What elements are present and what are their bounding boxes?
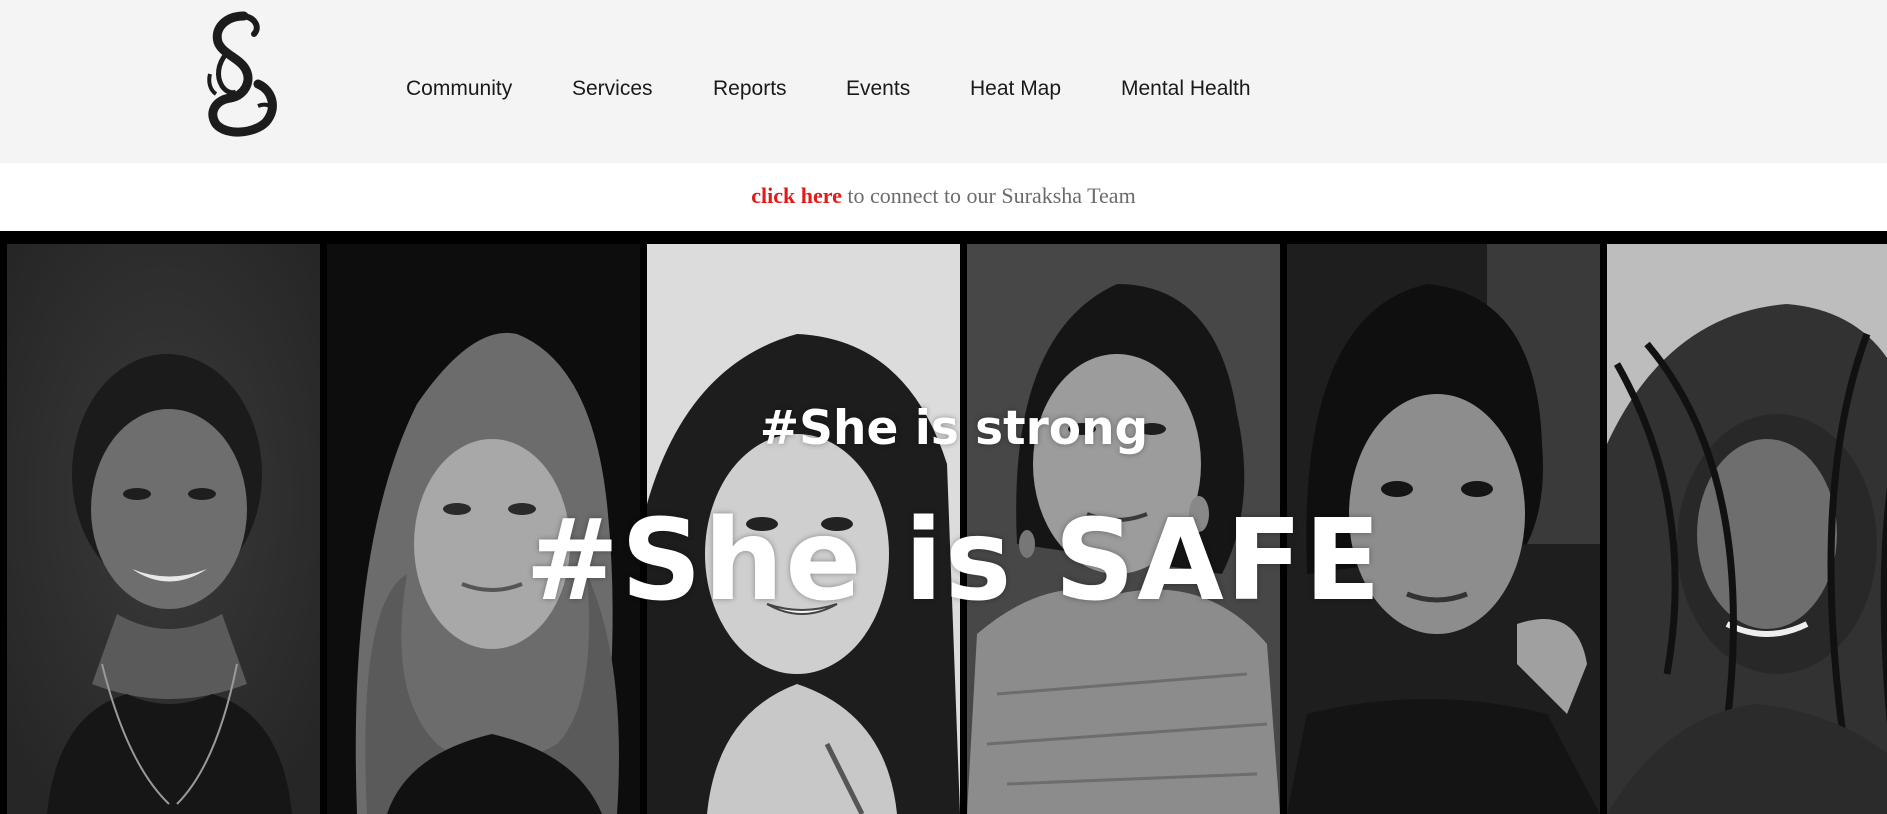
nav-heat-map[interactable]: Heat Map <box>970 74 1061 104</box>
nav-events[interactable]: Events <box>846 74 910 104</box>
nav-mental-health[interactable]: Mental Health <box>1121 74 1251 104</box>
hero-section: #She is strong #She is SAFE <box>0 231 1887 814</box>
hero-title: #She is SAFE <box>525 496 1383 626</box>
nav-community[interactable]: Community <box>406 74 512 104</box>
click-here-link[interactable]: click here <box>751 183 842 208</box>
banner-rest-text: to connect to our Suraksha Team <box>841 183 1136 208</box>
nav-services[interactable]: Services <box>572 74 653 104</box>
contact-banner: click here to connect to our Suraksha Te… <box>0 163 1887 231</box>
banner-text: click here to connect to our Suraksha Te… <box>0 181 1887 211</box>
logo[interactable] <box>196 10 286 138</box>
hero-subtitle: #She is strong <box>759 401 1149 456</box>
logo-icon <box>207 11 277 137</box>
nav-reports[interactable]: Reports <box>713 74 787 104</box>
site-header: Community Services Reports Events Heat M… <box>0 0 1887 163</box>
